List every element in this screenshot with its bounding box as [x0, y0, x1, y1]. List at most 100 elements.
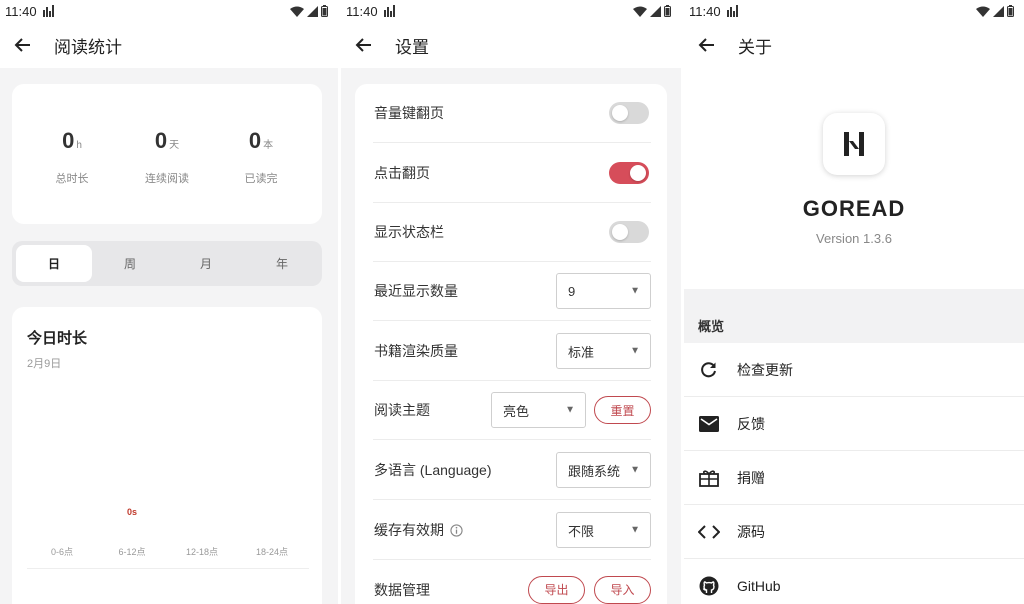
item-label: 源码	[737, 523, 765, 540]
app-bar: 阅读统计	[0, 22, 338, 68]
mail-icon	[697, 412, 721, 436]
setting-label: 书籍渲染质量	[374, 343, 458, 359]
setting-label: 数据管理	[374, 581, 430, 598]
donate-item[interactable]: 捐赠	[684, 451, 1024, 505]
stat-label: 已读完	[244, 173, 278, 185]
x-tick-label: 0-6点	[51, 547, 74, 557]
select-value: 不限	[568, 523, 595, 539]
status-time: 11:40	[5, 3, 37, 19]
language-select[interactable]: 跟随系统 ▼	[556, 452, 651, 488]
x-tick-label: 12-18点	[186, 547, 219, 557]
period-segmented-control: 日 周 月 年	[12, 241, 322, 286]
tab-month[interactable]: 月	[168, 245, 244, 282]
tab-week[interactable]: 周	[92, 245, 168, 282]
github-item[interactable]: GitHub	[684, 559, 1024, 604]
setting-label: 阅读主题	[374, 402, 430, 418]
stat-streak: 0天 连续阅读	[117, 128, 217, 186]
arrow-left-icon	[14, 38, 30, 52]
stat-unit: h	[76, 140, 82, 151]
render-quality-select[interactable]: 标准 ▼	[556, 333, 651, 369]
setting-theme: 阅读主题 亮色 ▼ 重置	[373, 381, 651, 440]
stat-value: 0	[62, 128, 75, 153]
bar-value-label: 0s	[127, 507, 138, 517]
arrow-left-icon	[698, 38, 714, 52]
tab-day[interactable]: 日	[16, 245, 92, 282]
wifi-icon	[633, 6, 647, 17]
stat-value: 0	[154, 128, 168, 153]
recent-count-select[interactable]: 9 ▼	[556, 273, 651, 309]
x-tick-label: 18-24点	[256, 547, 289, 557]
reading-stats-screen: 11:40 阅读统计 0h 总时长 0天 连续阅读 0本 已读完 日 周 月 年…	[0, 0, 338, 604]
battery-icon	[321, 5, 328, 17]
back-button[interactable]	[696, 34, 718, 56]
setting-label: 显示状态栏	[374, 224, 444, 240]
select-value: 跟随系统	[568, 463, 621, 479]
setting-language: 多语言 (Language) 跟随系统 ▼	[373, 441, 651, 500]
section-title: 概览	[698, 319, 725, 334]
statusbar-toggle[interactable]	[609, 221, 649, 243]
page-title: 关于	[738, 37, 772, 57]
theme-reset-button[interactable]: 重置	[594, 396, 651, 424]
select-value: 9	[568, 283, 576, 299]
status-bar: 11:40	[684, 0, 1024, 22]
battery-icon	[664, 5, 671, 17]
setting-cache-validity: 缓存有效期 不限 ▼	[373, 501, 651, 560]
import-button[interactable]: 导入	[594, 575, 651, 604]
stat-finished: 0本 已读完	[211, 128, 311, 186]
setting-tap-page: 点击翻页	[373, 144, 651, 203]
volume-key-toggle[interactable]	[609, 102, 649, 124]
dropdown-arrow-icon: ▼	[565, 404, 575, 416]
setting-label: 点击翻页	[374, 165, 430, 181]
export-button[interactable]: 导出	[528, 575, 585, 604]
status-time: 11:40	[346, 3, 378, 19]
about-screen: 11:40 关于 GOREAD Version 1.3.6 概览 检查更新 反馈…	[684, 0, 1024, 604]
back-button[interactable]	[353, 34, 375, 56]
setting-render-quality: 书籍渲染质量 标准 ▼	[373, 322, 651, 381]
app-logo	[823, 113, 885, 175]
app-bar: 设置	[341, 22, 681, 68]
setting-label: 缓存有效期	[374, 522, 444, 538]
dropdown-arrow-icon: ▼	[630, 285, 640, 297]
back-button[interactable]	[12, 34, 34, 56]
app-name: GOREAD	[802, 196, 906, 221]
theme-select[interactable]: 亮色 ▼	[491, 392, 586, 428]
arrow-left-icon	[355, 38, 371, 52]
check-update-item[interactable]: 检查更新	[684, 343, 1024, 397]
stat-unit: 本	[263, 140, 274, 151]
dropdown-arrow-icon: ▼	[630, 524, 640, 536]
info-icon[interactable]	[450, 523, 463, 537]
cache-validity-select[interactable]: 不限 ▼	[556, 512, 651, 548]
select-value: 标准	[568, 344, 595, 360]
tab-year[interactable]: 年	[244, 245, 320, 282]
dropdown-arrow-icon: ▼	[630, 345, 640, 357]
setting-data-management: 数据管理 导出 导入	[373, 560, 651, 604]
status-time: 11:40	[689, 3, 721, 19]
stats-summary-card: 0h 总时长 0天 连续阅读 0本 已读完	[12, 84, 322, 224]
tap-page-toggle[interactable]	[609, 162, 649, 184]
battery-icon	[1007, 5, 1014, 17]
page-title: 设置	[395, 37, 429, 57]
goread-logo-icon	[844, 132, 864, 156]
setting-label: 最近显示数量	[374, 283, 458, 299]
feedback-item[interactable]: 反馈	[684, 397, 1024, 451]
setting-label: 音量键翻页	[374, 105, 444, 121]
stat-value: 0	[248, 128, 262, 153]
signal-activity-icon	[42, 5, 54, 17]
select-value: 亮色	[503, 403, 530, 419]
app-version: Version 1.3.6	[816, 231, 892, 246]
source-code-item[interactable]: 源码	[684, 505, 1024, 559]
chart-baseline	[27, 568, 309, 569]
signal-activity-icon	[383, 5, 395, 17]
section-header: 概览	[684, 289, 1024, 343]
cell-signal-icon	[650, 5, 661, 17]
dropdown-arrow-icon: ▼	[630, 464, 640, 476]
setting-recent-count: 最近显示数量 9 ▼	[373, 262, 651, 321]
cell-signal-icon	[993, 5, 1004, 17]
item-label: 检查更新	[737, 361, 793, 378]
gift-icon	[697, 466, 721, 490]
settings-card: 音量键翻页 点击翻页 显示状态栏 最近显示数量 9 ▼ 书籍渲染质量 标准 ▼	[355, 84, 667, 604]
today-date: 2月9日	[27, 358, 62, 370]
stat-label: 总时长	[55, 173, 89, 185]
code-icon	[697, 520, 721, 544]
stat-unit: 天	[169, 140, 180, 151]
